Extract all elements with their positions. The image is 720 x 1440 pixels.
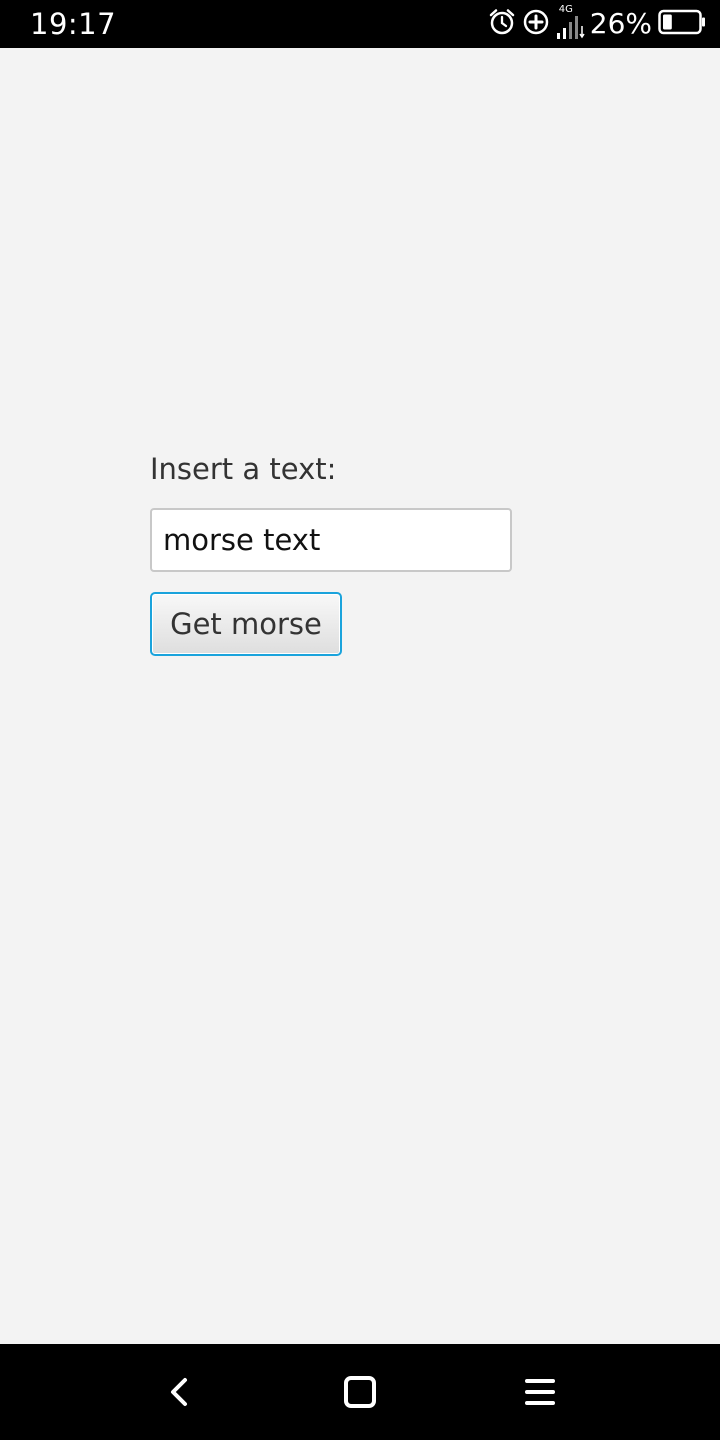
alarm-icon (488, 8, 516, 40)
app-content: Insert a text: Get morse (0, 48, 720, 1344)
status-bar: 19:17 4G 26% (0, 0, 720, 48)
navigation-bar (0, 1344, 720, 1440)
battery-percent: 26% (589, 7, 652, 40)
status-icons: 4G 26% (482, 4, 706, 42)
network-type-label: 4G (558, 4, 573, 15)
back-icon (171, 1378, 187, 1406)
menu-icon (525, 1379, 555, 1405)
status-time: 19:17 (30, 7, 117, 41)
network-indicator: 4G (556, 4, 586, 42)
data-saver-icon (522, 8, 550, 40)
back-button[interactable] (156, 1368, 204, 1416)
text-input[interactable] (150, 508, 512, 572)
insert-text-label: Insert a text: (150, 452, 337, 486)
battery-icon (658, 9, 706, 39)
home-icon (344, 1376, 376, 1408)
menu-button[interactable] (516, 1368, 564, 1416)
home-button[interactable] (336, 1368, 384, 1416)
get-morse-button[interactable]: Get morse (150, 592, 342, 656)
